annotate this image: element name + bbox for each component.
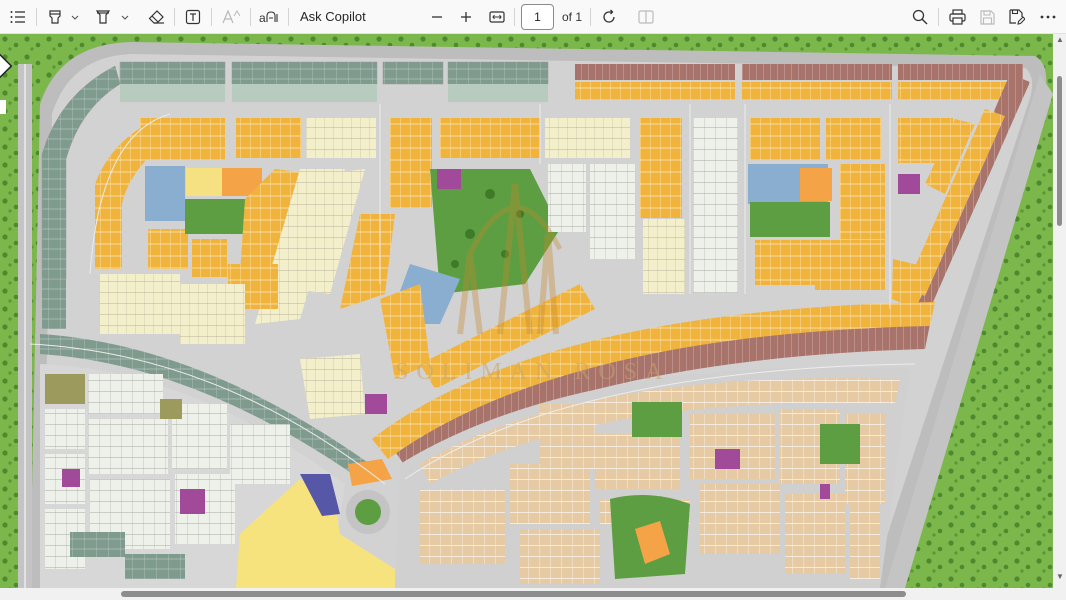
print-icon[interactable] (945, 5, 969, 29)
scroll-down-icon[interactable]: ▼ (1056, 572, 1064, 581)
save-as-icon[interactable] (1005, 5, 1029, 29)
eraser-icon[interactable] (144, 5, 168, 29)
minus-icon[interactable] (426, 5, 448, 29)
master-plan-map: SOLIMAN ROSA (0, 34, 1053, 588)
plus-icon[interactable] (455, 5, 477, 29)
lake (145, 166, 185, 221)
toolbar-divider (514, 8, 515, 26)
page-total-label: of 1 (562, 10, 583, 24)
search-icon[interactable] (908, 5, 932, 29)
toolbar-divider (938, 8, 939, 26)
rotate-icon[interactable] (597, 5, 621, 29)
toolbar-divider (36, 8, 37, 26)
vertical-scrollbar[interactable]: ▲ ▼ (1053, 34, 1066, 588)
draw-options-chevron-down-icon[interactable] (120, 5, 130, 29)
ask-copilot-button[interactable]: Ask Copilot (300, 9, 366, 24)
toolbar-divider (288, 8, 289, 26)
page-view-icon (634, 5, 658, 29)
toolbar-divider (250, 8, 251, 26)
toolbar-divider (590, 8, 591, 26)
save-icon (975, 5, 999, 29)
pdf-viewer[interactable]: SOLIMAN ROSA (0, 34, 1066, 600)
pdf-toolbar: a Ask Copilot of 1 (0, 0, 1066, 34)
highlighter-icon[interactable] (44, 5, 66, 29)
page-number-input[interactable] (521, 4, 554, 30)
vertical-scrollbar-thumb[interactable] (1057, 76, 1062, 226)
svg-text:a: a (259, 11, 266, 24)
list-icon[interactable] (6, 5, 30, 29)
toolbar-divider (174, 8, 175, 26)
toolbar-divider (211, 8, 212, 26)
more-icon[interactable] (1036, 5, 1060, 29)
read-aloud-icon[interactable]: a (256, 5, 282, 29)
text-size-icon (218, 5, 244, 29)
fit-width-icon[interactable] (485, 5, 509, 29)
highlight-options-chevron-down-icon[interactable] (70, 5, 80, 29)
scroll-up-icon[interactable]: ▲ (1056, 35, 1064, 44)
horizontal-scrollbar[interactable] (0, 588, 1066, 600)
text-box-icon[interactable] (181, 5, 205, 29)
watermark-text: SOLIMAN ROSA (395, 359, 670, 385)
draw-pen-icon[interactable] (92, 5, 114, 29)
horizontal-scrollbar-thumb[interactable] (121, 591, 906, 597)
